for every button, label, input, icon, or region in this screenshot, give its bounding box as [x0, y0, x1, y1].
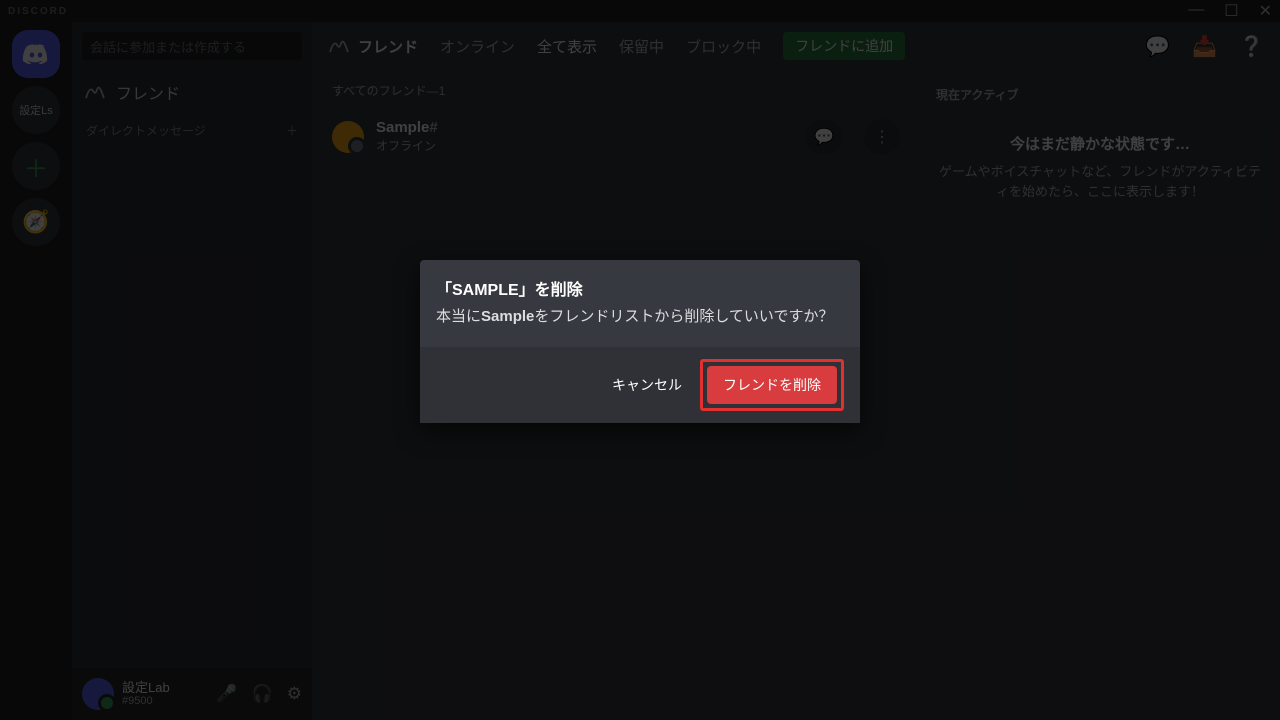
remove-friend-confirm-button[interactable]: フレンドを削除: [707, 366, 837, 404]
modal-body: 本当にSampleをフレンドリストから削除していいですか？: [420, 306, 860, 347]
cancel-button[interactable]: キャンセル: [600, 367, 694, 403]
modal-title: 「SAMPLE」を削除: [420, 260, 860, 306]
highlight-annotation: フレンドを削除: [700, 359, 844, 411]
remove-friend-modal: 「SAMPLE」を削除 本当にSampleをフレンドリストから削除していいですか…: [420, 260, 860, 423]
